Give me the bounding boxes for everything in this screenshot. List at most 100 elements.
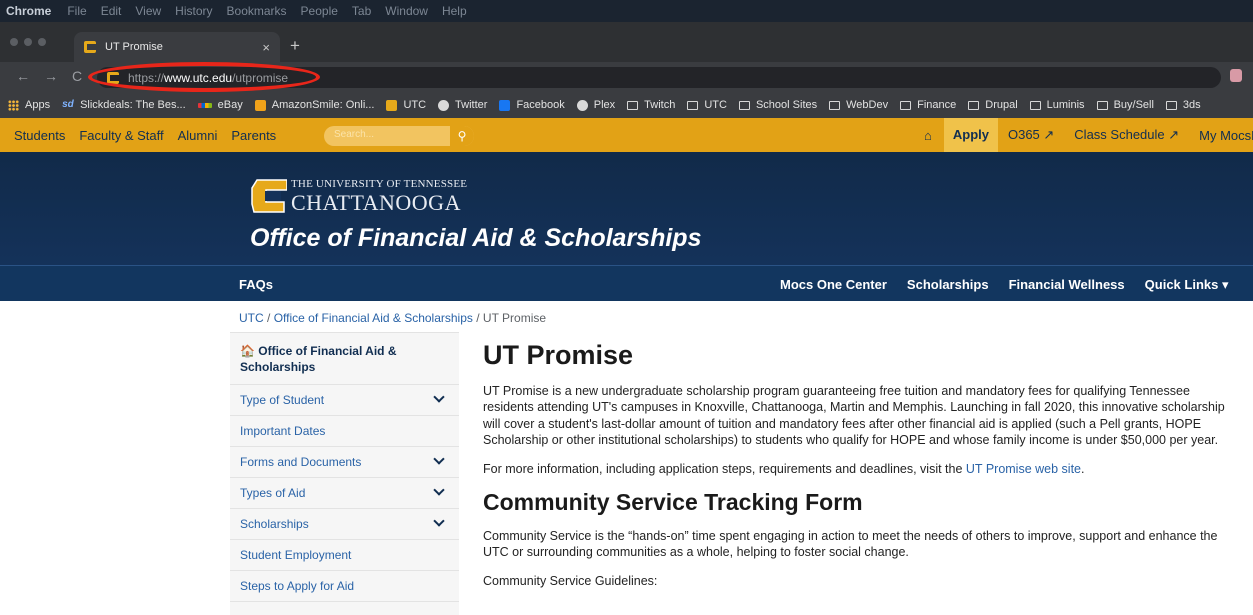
menu-tab[interactable]: Tab bbox=[352, 4, 371, 18]
my-mocsnet-link[interactable]: My MocsNet bbox=[1199, 128, 1253, 143]
plex-icon bbox=[576, 99, 588, 111]
menu-help[interactable]: Help bbox=[442, 4, 467, 18]
bookmark-item[interactable]: eBay bbox=[197, 99, 243, 111]
home-icon[interactable]: ⌂ bbox=[924, 128, 932, 143]
breadcrumb-office[interactable]: Office of Financial Aid & Scholarships bbox=[274, 311, 473, 325]
red-annotation-circle bbox=[88, 62, 320, 92]
forward-arrow-icon[interactable]: → bbox=[44, 68, 58, 84]
tab-close-icon[interactable]: × bbox=[262, 40, 270, 55]
folder-icon bbox=[627, 100, 639, 110]
facebook-icon bbox=[499, 99, 511, 111]
search-icon[interactable]: ⚲ bbox=[450, 126, 474, 146]
chevron-down-icon[interactable] bbox=[433, 391, 445, 403]
menu-bookmarks[interactable]: Bookmarks bbox=[227, 4, 287, 18]
folder-icon bbox=[687, 100, 699, 110]
intro-paragraph: UT Promise is a new undergraduate schola… bbox=[483, 384, 1225, 448]
close-window-icon[interactable] bbox=[10, 38, 18, 46]
nav-scholarships[interactable]: Scholarships bbox=[907, 277, 989, 293]
sidebar-item-more[interactable] bbox=[230, 601, 459, 615]
site-banner: THE UNIVERSITY OF TENNESSEE CHATTANOOGA … bbox=[0, 152, 1253, 265]
bookmark-folder[interactable]: Drupal bbox=[968, 99, 1018, 111]
more-info-paragraph: For more information, including applicat… bbox=[483, 461, 1085, 476]
bookmark-folder[interactable]: Finance bbox=[900, 99, 956, 111]
nav-faculty-staff[interactable]: Faculty & Staff bbox=[79, 128, 163, 143]
breadcrumb-current: UT Promise bbox=[482, 311, 547, 325]
nav-financial-wellness[interactable]: Financial Wellness bbox=[1009, 277, 1125, 293]
bookmark-folder[interactable]: Luminis bbox=[1029, 99, 1085, 111]
folder-icon bbox=[1096, 100, 1108, 110]
search-placeholder: Search... bbox=[334, 129, 375, 140]
utc-favicon-icon bbox=[84, 41, 96, 53]
amazon-icon bbox=[254, 99, 266, 111]
university-name-line2[interactable]: CHATTANOOGA bbox=[291, 190, 461, 216]
utc-c-logo-icon[interactable] bbox=[251, 179, 287, 213]
sidebar-item-student-employment[interactable]: Student Employment bbox=[230, 539, 459, 570]
menu-file[interactable]: File bbox=[67, 4, 86, 18]
university-name-line1[interactable]: THE UNIVERSITY OF TENNESSEE bbox=[291, 178, 467, 190]
back-arrow-icon[interactable]: ← bbox=[16, 68, 30, 84]
nav-alumni[interactable]: Alumni bbox=[178, 128, 218, 143]
site-search-input[interactable]: Search... ⚲ bbox=[324, 126, 474, 146]
bookmark-folder[interactable]: School Sites bbox=[738, 99, 817, 111]
minimize-window-icon[interactable] bbox=[24, 38, 32, 46]
sidebar-item-types-of-aid[interactable]: Types of Aid bbox=[230, 477, 459, 508]
sidebar-nav: 🏠 Office of Financial Aid & Scholarships… bbox=[230, 332, 459, 615]
bookmark-folder[interactable]: Twitch bbox=[627, 99, 675, 111]
new-tab-icon[interactable]: + bbox=[290, 36, 300, 56]
chevron-down-icon[interactable] bbox=[433, 515, 445, 527]
sd-icon: sd bbox=[62, 99, 74, 110]
bookmark-item[interactable]: AmazonSmile: Onli... bbox=[254, 99, 374, 111]
sidebar-item-steps-to-apply[interactable]: Steps to Apply for Aid bbox=[230, 570, 459, 601]
utc-icon bbox=[386, 99, 398, 111]
folder-icon bbox=[968, 100, 980, 110]
apply-button[interactable]: Apply bbox=[943, 118, 998, 152]
bookmarks-bar: Apps sd Slickdeals: The Bes... eBay Amazo… bbox=[0, 92, 1253, 118]
reload-icon[interactable]: C bbox=[72, 68, 82, 84]
menu-window[interactable]: Window bbox=[385, 4, 428, 18]
chevron-down-icon[interactable] bbox=[433, 484, 445, 496]
nav-mocs-one-center[interactable]: Mocs One Center bbox=[780, 277, 887, 293]
browser-tab[interactable]: UT Promise × bbox=[74, 32, 280, 62]
main-content: UT Promise UT Promise is a new undergrad… bbox=[483, 340, 1243, 589]
zoom-window-icon[interactable] bbox=[38, 38, 46, 46]
bookmark-folder[interactable]: Buy/Sell bbox=[1096, 99, 1154, 111]
nav-parents[interactable]: Parents bbox=[231, 128, 276, 143]
nav-quick-links[interactable]: Quick Links ▾ bbox=[1145, 277, 1229, 293]
window-controls[interactable] bbox=[10, 38, 52, 46]
breadcrumb-utc[interactable]: UTC bbox=[239, 311, 264, 325]
section-heading: Community Service Tracking Form bbox=[483, 489, 863, 516]
nav-students[interactable]: Students bbox=[14, 128, 65, 143]
sidebar-item-forms-documents[interactable]: Forms and Documents bbox=[230, 446, 459, 477]
ut-promise-link[interactable]: UT Promise web site bbox=[966, 462, 1081, 476]
bookmark-folder[interactable]: WebDev bbox=[829, 99, 888, 111]
bookmark-item[interactable]: sd Slickdeals: The Bes... bbox=[62, 99, 186, 111]
page-title: UT Promise bbox=[483, 340, 634, 370]
bookmark-item[interactable]: Plex bbox=[576, 99, 615, 111]
bookmark-item[interactable]: UTC bbox=[386, 99, 426, 111]
guidelines-label: Community Service Guidelines: bbox=[483, 573, 658, 588]
bookmark-item[interactable]: Apps bbox=[8, 99, 50, 111]
menu-app[interactable]: Chrome bbox=[6, 4, 51, 18]
sidebar-item-important-dates[interactable]: Important Dates bbox=[230, 415, 459, 446]
menu-people[interactable]: People bbox=[301, 4, 338, 18]
folder-icon bbox=[900, 100, 912, 110]
tab-strip: UT Promise × + bbox=[0, 22, 1253, 62]
bookmark-folder[interactable]: UTC bbox=[687, 99, 727, 111]
community-service-paragraph: Community Service is the “hands-on” time… bbox=[483, 529, 1218, 560]
o365-link[interactable]: O365 ↗ bbox=[1008, 127, 1054, 143]
breadcrumb: UTC / Office of Financial Aid & Scholars… bbox=[239, 311, 547, 325]
nav-faqs[interactable]: FAQs bbox=[239, 277, 273, 292]
sidebar-header[interactable]: 🏠 Office of Financial Aid & Scholarships bbox=[230, 332, 459, 384]
menu-edit[interactable]: Edit bbox=[101, 4, 122, 18]
sidebar-item-scholarships[interactable]: Scholarships bbox=[230, 508, 459, 539]
menu-view[interactable]: View bbox=[135, 4, 161, 18]
extension-icon[interactable] bbox=[1230, 69, 1242, 82]
bookmark-item[interactable]: Facebook bbox=[499, 99, 565, 111]
menu-history[interactable]: History bbox=[175, 4, 212, 18]
bookmark-folder[interactable]: 3ds bbox=[1165, 99, 1201, 111]
bookmark-item[interactable]: Twitter bbox=[438, 99, 487, 111]
folder-icon bbox=[1029, 100, 1041, 110]
sidebar-item-type-of-student[interactable]: Type of Student bbox=[230, 384, 459, 415]
chevron-down-icon[interactable] bbox=[433, 453, 445, 465]
class-schedule-link[interactable]: Class Schedule ↗ bbox=[1074, 127, 1179, 143]
